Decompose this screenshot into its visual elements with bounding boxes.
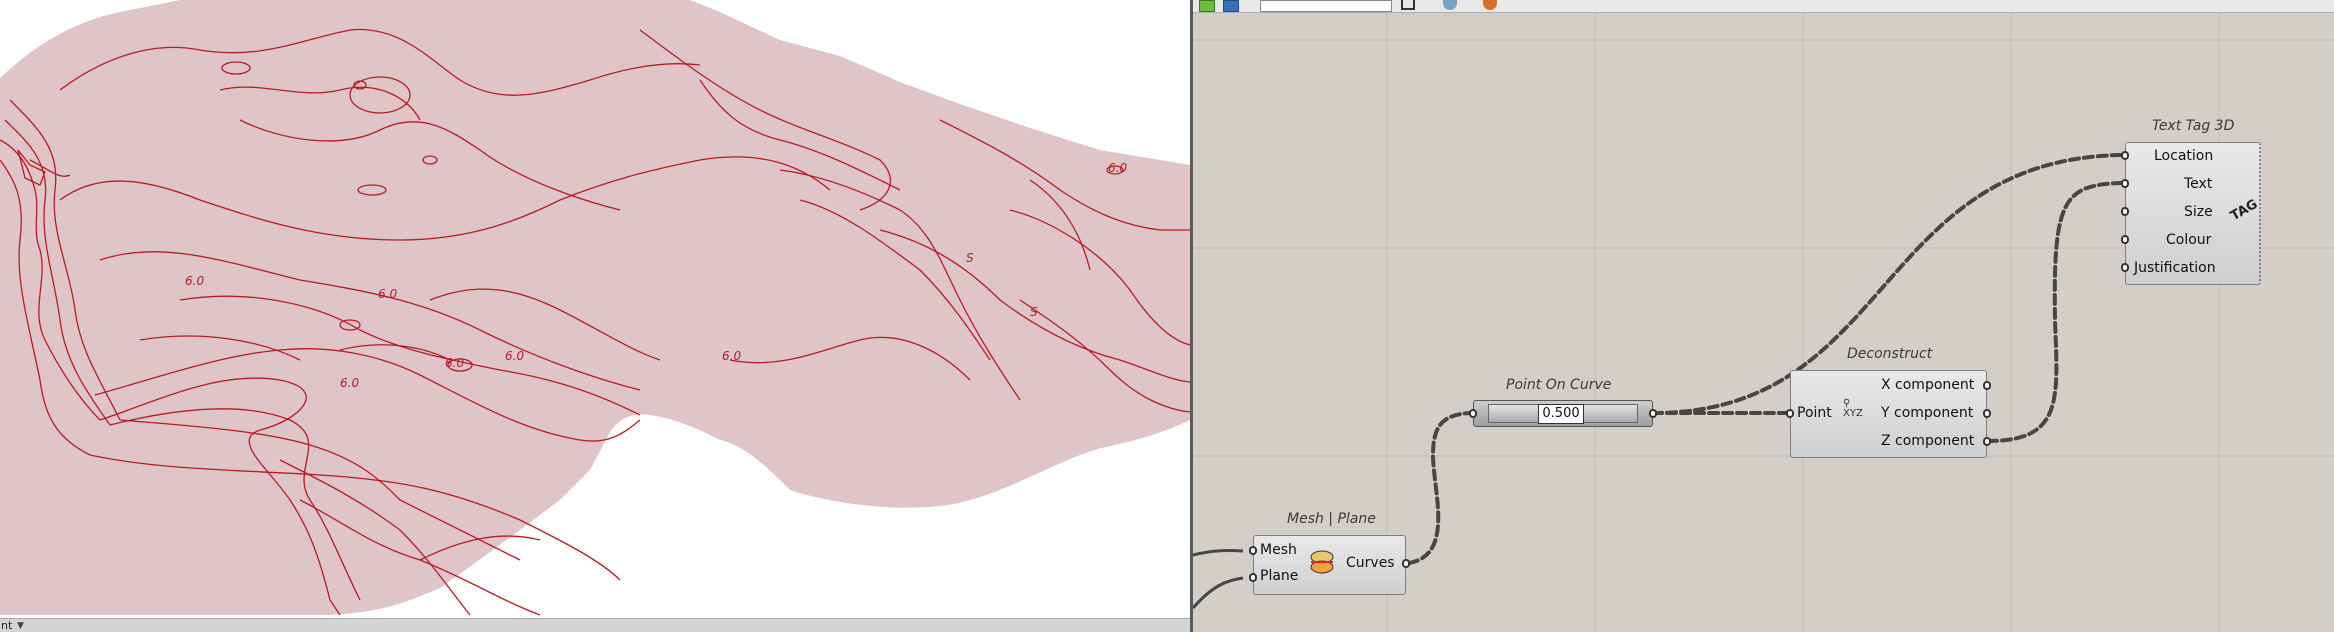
mesh-input-grip[interactable] [1249, 546, 1257, 555]
point-input[interactable]: Point [1797, 405, 1832, 421]
contour-label: 6.0 [185, 274, 204, 288]
deconstruct-component[interactable]: Point ⚲ XYZ X component Y component Z com… [1790, 370, 1987, 458]
viewport-statusbar: nt ▼ [0, 618, 1190, 632]
curves-output[interactable]: Curves [1346, 555, 1395, 571]
grasshopper-canvas[interactable]: Mesh | Plane Mesh Plane Curves Point On … [1193, 0, 2334, 632]
text-tag-3d-component[interactable]: Location Text Size Colour Justification … [2125, 142, 2261, 285]
wire-z-to-text [1986, 181, 2123, 443]
mesh-plane-title: Mesh | Plane [1287, 511, 1376, 527]
z-component-output[interactable]: Z component [1881, 433, 1974, 449]
terrain-surface [0, 0, 1190, 615]
contour-label: 6.0 [1108, 161, 1127, 175]
wire-plane-in [1193, 576, 1244, 609]
plane-input-grip[interactable] [1249, 573, 1257, 582]
contour-label: S [1030, 305, 1038, 319]
contour-label: 6.0 [340, 376, 359, 390]
contour-label: 6.0 [722, 349, 741, 363]
point-on-curve-output-grip[interactable] [1649, 409, 1657, 418]
contour-label: 6.0 [505, 349, 524, 363]
location-input[interactable]: Location [2154, 148, 2213, 164]
mesh-plane-icon [1309, 550, 1335, 574]
point-input-grip[interactable] [1786, 409, 1794, 418]
text-input[interactable]: Text [2184, 176, 2212, 192]
curves-output-grip[interactable] [1402, 559, 1410, 568]
contour-label: S [966, 251, 974, 265]
point-on-curve-title: Point On Curve [1506, 377, 1612, 393]
contour-label: 6.0 [378, 287, 397, 301]
point-on-curve-input-grip[interactable] [1469, 409, 1477, 418]
colour-input[interactable]: Colour [2166, 232, 2211, 248]
point-on-curve-component[interactable]: 0.500 [1473, 400, 1653, 427]
justification-grip[interactable] [2121, 263, 2129, 272]
x-component-output[interactable]: X component [1881, 377, 1974, 393]
size-grip[interactable] [2121, 207, 2129, 216]
x-component-grip[interactable] [1983, 381, 1991, 390]
terrain-view: 6.0 6.0 6.0 6.0 6.0 6.0 6.0 S S [0, 0, 1190, 616]
deconstruct-icon-label: XYZ [1843, 408, 1863, 419]
mesh-plane-component[interactable]: Mesh Plane Curves [1253, 535, 1406, 595]
text-grip[interactable] [2121, 179, 2129, 188]
statusbar-label: nt [1, 619, 13, 632]
tag-icon: TAG [2228, 196, 2261, 225]
location-grip[interactable] [2121, 151, 2129, 160]
chevron-down-icon[interactable]: ▼ [17, 621, 24, 631]
wire-mesh-in [1193, 549, 1244, 557]
y-component-output[interactable]: Y component [1881, 405, 1973, 421]
text-tag-3d-title: Text Tag 3D [2152, 118, 2235, 134]
rhino-viewport[interactable]: 6.0 6.0 6.0 6.0 6.0 6.0 6.0 S S nt ▼ [0, 0, 1190, 632]
contour-label: 6.0 [445, 356, 464, 370]
size-input[interactable]: Size [2184, 204, 2213, 220]
wire-curves-to-curve [1407, 411, 1471, 565]
mesh-input[interactable]: Mesh [1260, 542, 1297, 558]
y-component-grip[interactable] [1983, 409, 1991, 418]
justification-input[interactable]: Justification [2134, 260, 2216, 276]
curve-parameter-value[interactable]: 0.500 [1538, 404, 1584, 424]
deconstruct-title: Deconstruct [1847, 346, 1933, 362]
deconstruct-icon: ⚲ XYZ [1843, 398, 1863, 419]
z-component-grip[interactable] [1983, 437, 1991, 446]
colour-grip[interactable] [2121, 235, 2129, 244]
plane-input[interactable]: Plane [1260, 568, 1298, 584]
